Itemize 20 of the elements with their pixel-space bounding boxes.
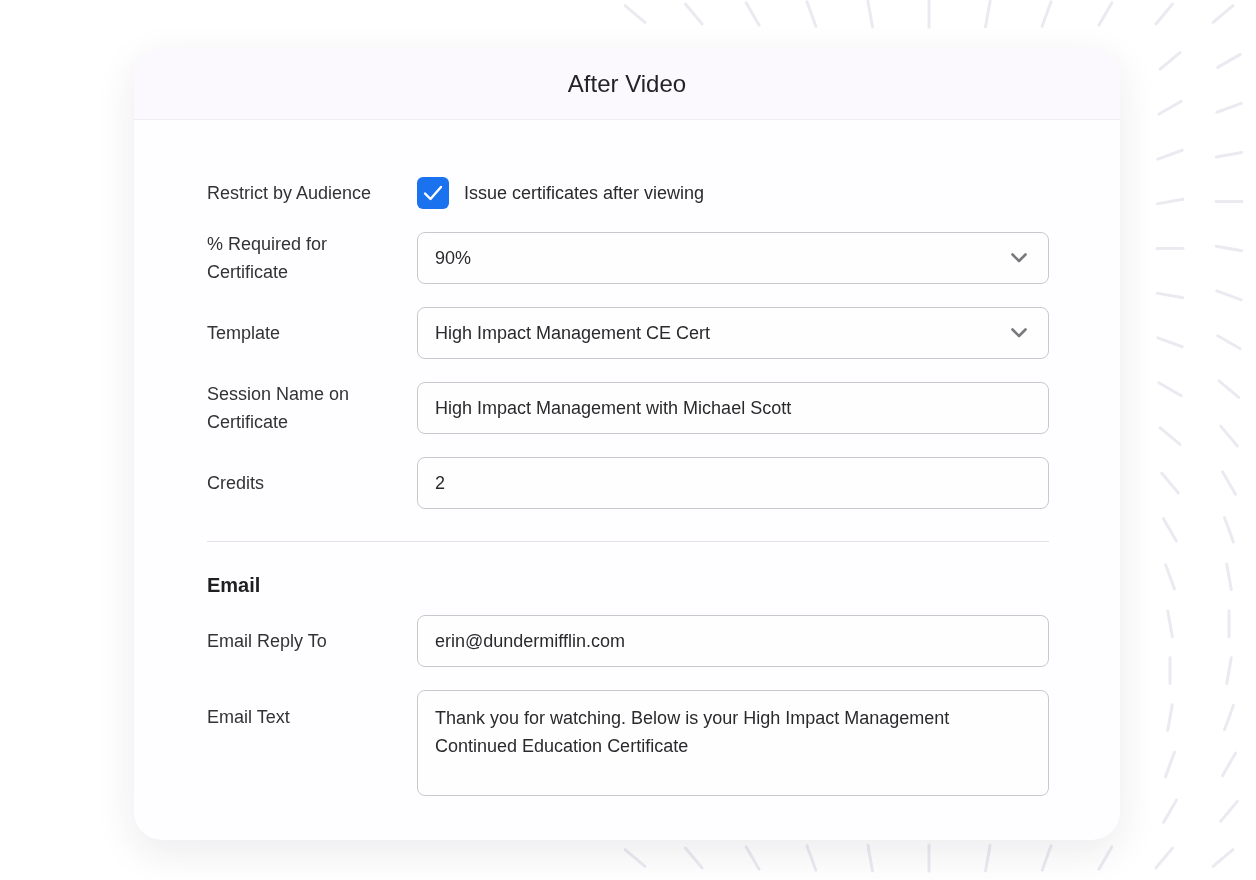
- field-label: Email Reply To: [207, 630, 328, 653]
- text-field[interactable]: 2: [417, 457, 1049, 509]
- dialog-title: After Video: [567, 68, 687, 99]
- chevron-down-icon: [1011, 328, 1027, 338]
- dropdown-field[interactable]: High Impact Management CE Cert: [417, 307, 1049, 359]
- checkbox-label: Issue certificates after viewing: [464, 182, 705, 205]
- section-heading: Email: [207, 573, 261, 598]
- field-label: Restrict by Audience: [207, 182, 373, 205]
- checkmark-icon: [423, 185, 443, 201]
- field-label: % Required for Certificate: [207, 233, 329, 284]
- chevron-down-icon: [1011, 253, 1027, 263]
- field-label: Template: [207, 322, 282, 345]
- text-field[interactable]: erin@dundermifflin.com: [417, 615, 1049, 667]
- dropdown-field[interactable]: 90%: [417, 232, 1049, 284]
- checkbox[interactable]: [417, 177, 449, 209]
- text-area[interactable]: Thank you for watching. Below is your High Impact Management Continued Education Certificate: [417, 690, 1049, 796]
- field-label: Credits: [207, 472, 265, 495]
- field-label: Email Text: [207, 706, 291, 729]
- field-label: Session Name on Certificate: [207, 383, 351, 434]
- text-field[interactable]: High Impact Management with Michael Scott: [417, 382, 1049, 434]
